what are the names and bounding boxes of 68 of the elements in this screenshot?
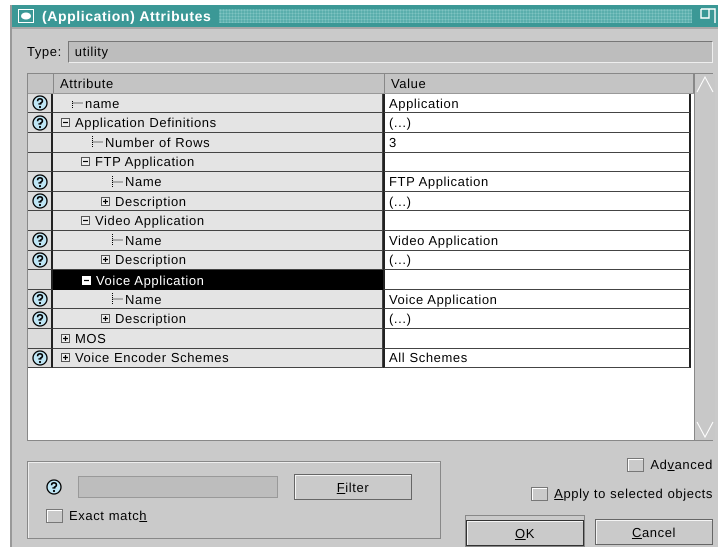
collapse-icon[interactable]: [61, 118, 70, 128]
value-cell[interactable]: Video Application: [383, 231, 691, 251]
tree-item[interactable]: Name: [53, 290, 383, 310]
checkbox[interactable]: [46, 508, 63, 522]
tree-connector-icon: [91, 136, 103, 148]
expand-icon[interactable]: [61, 334, 70, 343]
tree-connector-icon: [111, 293, 123, 306]
tree-item[interactable]: name: [53, 94, 383, 114]
value-cell[interactable]: [383, 329, 691, 349]
value-cell[interactable]: Voice Application: [383, 290, 691, 310]
value-cell[interactable]: (...): [383, 192, 691, 212]
tree-item[interactable]: Name: [53, 172, 383, 192]
help-icon[interactable]: [32, 350, 48, 366]
tree-item[interactable]: FTP Application: [53, 152, 383, 172]
help-icon[interactable]: [32, 114, 48, 131]
tree-connector-icon: [111, 176, 123, 188]
checkbox[interactable]: [531, 486, 548, 500]
value-cell[interactable]: [383, 152, 691, 172]
help-icon[interactable]: [32, 193, 48, 210]
help-icon[interactable]: [32, 232, 48, 248]
collapse-icon[interactable]: [81, 157, 90, 166]
filter-field[interactable]: [78, 476, 278, 498]
tree-item[interactable]: Name: [53, 231, 383, 251]
expand-icon[interactable]: [61, 353, 70, 362]
window-menu-icon[interactable]: [18, 8, 34, 23]
value-cell[interactable]: Application: [383, 94, 691, 114]
tree-item[interactable]: Number of Rows: [53, 133, 383, 153]
help-icon[interactable]: [32, 310, 48, 327]
expand-icon[interactable]: [101, 255, 110, 264]
collapse-icon[interactable]: [81, 216, 90, 226]
checkbox-label[interactable]: Apply to selected objects: [554, 486, 713, 501]
expand-icon[interactable]: [101, 314, 110, 324]
type-label: Type:: [27, 44, 62, 60]
filter-button[interactable]: Filter: [294, 474, 412, 500]
help-icon[interactable]: [32, 95, 48, 112]
checkbox-label[interactable]: Exact match: [69, 508, 148, 523]
cancel-button[interactable]: Cancel: [595, 519, 713, 545]
checkbox[interactable]: [627, 458, 644, 472]
scrollbar[interactable]: [694, 74, 715, 440]
tree-item[interactable]: MOS: [53, 329, 383, 349]
tree-item[interactable]: Video Application: [53, 211, 383, 232]
window-title: (Application) Attributes: [42, 8, 212, 24]
ok-button[interactable]: OK: [466, 520, 584, 546]
type-field: utility: [68, 40, 713, 63]
tree-item[interactable]: Description: [53, 250, 383, 270]
help-icon[interactable]: [32, 291, 48, 308]
tree-item[interactable]: Description: [53, 192, 383, 212]
tree-item[interactable]: Voice Application: [53, 270, 383, 290]
tree-item[interactable]: Application Definitions: [53, 113, 383, 134]
value-cell[interactable]: [383, 270, 691, 290]
tree-connector-icon: [111, 234, 123, 246]
value-cell[interactable]: [383, 211, 691, 232]
scroll-up-icon[interactable]: [695, 74, 715, 94]
value-cell[interactable]: (...): [383, 113, 691, 134]
maximize-icon[interactable]: [700, 8, 716, 24]
help-icon[interactable]: [32, 174, 48, 190]
checkbox-label[interactable]: Advanced: [650, 457, 713, 472]
value-cell[interactable]: (...): [383, 250, 691, 270]
help-icon[interactable]: [32, 252, 48, 268]
column-header[interactable]: Attribute: [54, 74, 385, 93]
tree-item[interactable]: Voice Encoder Schemes: [53, 348, 383, 368]
value-cell[interactable]: All Schemes: [383, 348, 691, 368]
help-icon[interactable]: [46, 479, 62, 495]
value-cell[interactable]: (...): [383, 309, 691, 330]
tree-item[interactable]: Description: [53, 309, 383, 330]
value-cell[interactable]: FTP Application: [383, 172, 691, 192]
value-cell[interactable]: 3: [383, 133, 691, 153]
expand-icon[interactable]: [101, 196, 110, 206]
